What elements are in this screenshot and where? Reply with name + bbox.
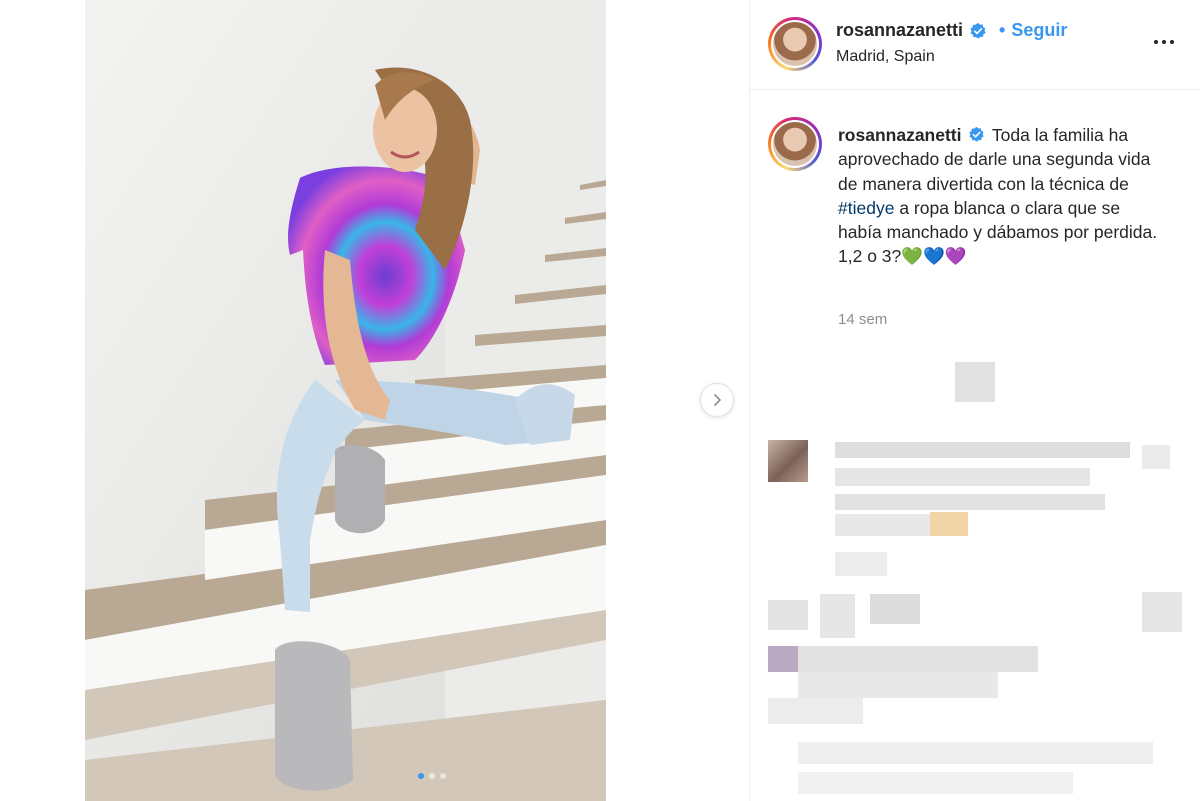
- hashtag-link[interactable]: #tiedye: [838, 198, 894, 218]
- comment-text: [798, 772, 1073, 794]
- comment-text: [798, 742, 1153, 764]
- comment-meta: [835, 552, 887, 576]
- comment-emoji: [930, 512, 968, 536]
- comment-text: [835, 442, 1130, 458]
- more-options-icon[interactable]: [1154, 40, 1174, 44]
- comment-text: [798, 672, 998, 698]
- post-photo-illustration: [85, 0, 606, 801]
- comment-avatar[interactable]: [768, 600, 808, 630]
- carousel-indicators: [418, 773, 446, 779]
- author-username[interactable]: rosannazanetti: [836, 20, 963, 41]
- post-header: rosannazanetti • Seguir Madrid, Spain: [750, 0, 1200, 90]
- post-photo[interactable]: [85, 0, 606, 801]
- post-side-panel: rosannazanetti • Seguir Madrid, Spain ro…: [749, 0, 1200, 801]
- caption-username[interactable]: rosannazanetti: [838, 125, 962, 145]
- chevron-right-icon: [714, 394, 722, 406]
- comment-text: [820, 594, 855, 638]
- carousel-dot-1[interactable]: [418, 773, 424, 779]
- follow-button[interactable]: Seguir: [1011, 20, 1067, 41]
- media-panel: [0, 0, 749, 801]
- comment-text: [835, 514, 930, 536]
- caption-question: 1,2 o 3?💚💙💜: [838, 246, 967, 267]
- author-name-row: rosannazanetti • Seguir: [836, 20, 1067, 41]
- comment-avatar[interactable]: [768, 646, 798, 672]
- post-timestamp[interactable]: 14 sem: [838, 311, 887, 328]
- instagram-post-view: rosannazanetti • Seguir Madrid, Spain ro…: [0, 0, 1200, 801]
- caption-text: rosannazanetti Toda la familia ha aprove…: [838, 123, 1168, 269]
- like-icon[interactable]: [1142, 445, 1170, 469]
- comment-text: [768, 698, 863, 724]
- verified-badge-icon: [969, 126, 985, 142]
- caption-avatar[interactable]: [768, 117, 822, 171]
- carousel-dot-2[interactable]: [429, 773, 435, 779]
- comment-avatar[interactable]: [768, 440, 808, 482]
- like-icon[interactable]: [1142, 592, 1182, 632]
- comment-text: [835, 468, 1090, 486]
- post-location[interactable]: Madrid, Spain: [836, 48, 935, 66]
- comment-text: [870, 594, 920, 624]
- loading-indicator: [955, 362, 995, 402]
- comment-text: [798, 646, 1038, 672]
- author-avatar[interactable]: [768, 17, 822, 71]
- comment-text: [835, 494, 1105, 510]
- verified-badge-icon: [970, 22, 986, 39]
- header-separator: •: [999, 20, 1006, 40]
- next-slide-button[interactable]: [700, 383, 734, 417]
- carousel-dot-3[interactable]: [440, 773, 446, 779]
- post-caption: rosannazanetti Toda la familia ha aprove…: [750, 91, 1200, 341]
